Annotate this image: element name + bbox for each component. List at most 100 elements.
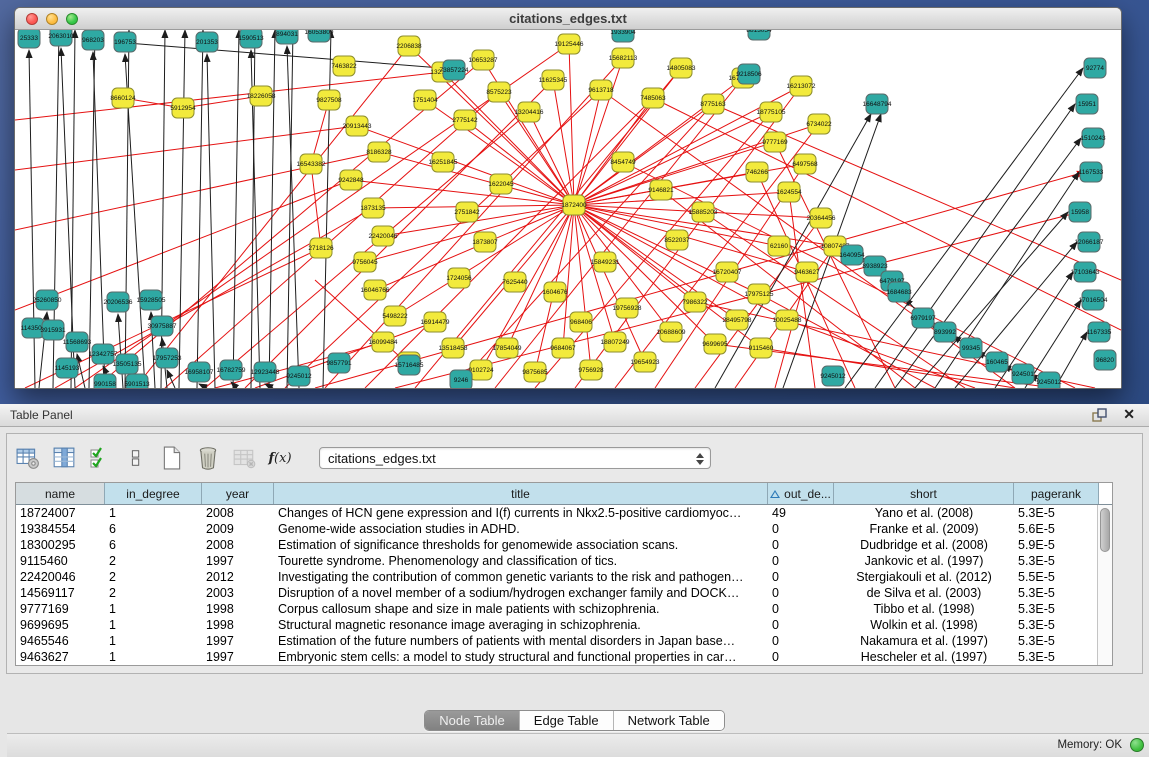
graph-node[interactable]: 13518458 [439, 338, 468, 358]
graph-node[interactable]: 160465 [986, 352, 1008, 372]
graph-node[interactable]: 968203 [82, 30, 104, 50]
graph-node[interactable]: 9756045 [352, 252, 378, 272]
graph-node[interactable]: 15885203 [689, 202, 718, 222]
graph-node[interactable]: 99345 [960, 338, 982, 358]
graph-node[interactable]: 1624554 [776, 182, 802, 202]
graph-node[interactable]: 2775142 [452, 110, 478, 130]
graph-node[interactable]: 28495798 [723, 310, 752, 330]
graph-node[interactable]: 25333 [18, 30, 40, 48]
graph-node[interactable]: 13204416 [515, 102, 544, 122]
graph-node[interactable]: 9463627 [794, 262, 820, 282]
graph-node[interactable]: 20364456 [807, 208, 836, 228]
graph-node[interactable]: 1167335 [1087, 322, 1112, 342]
graph-node[interactable]: 1604676 [542, 282, 568, 302]
graph-node[interactable]: 8454749 [610, 152, 636, 172]
graph-node[interactable]: 9245012 [820, 366, 846, 386]
graph-node[interactable]: 2063010 [48, 30, 74, 46]
graph-node[interactable]: 7986322 [682, 292, 708, 312]
graph-node[interactable]: 746266 [746, 162, 768, 182]
graph-node[interactable]: 9875685 [522, 362, 548, 382]
graph-node[interactable]: 1873135 [360, 198, 386, 218]
graph-node[interactable]: 1590513 [238, 30, 264, 48]
graph-node[interactable]: 894031 [276, 30, 298, 44]
graph-node[interactable]: 12923448 [251, 362, 280, 382]
graph-node[interactable]: 15928505 [137, 290, 166, 310]
graph-node[interactable]: 16782759 [217, 360, 246, 380]
graph-node[interactable]: 30975887 [148, 316, 177, 336]
graph-node[interactable]: 8522037 [664, 230, 690, 250]
graph-node[interactable]: 9756928 [578, 360, 604, 380]
graph-node[interactable]: 16720407 [713, 262, 742, 282]
table-row[interactable]: 2242004622012Investigating the contribut… [16, 569, 1112, 585]
graph-node[interactable]: 1684683 [886, 282, 912, 302]
graph-node[interactable]: 2206838 [396, 36, 422, 56]
graph-node[interactable]: 25260850 [33, 290, 62, 310]
table-selector-dropdown[interactable]: citations_edges.txt [319, 447, 711, 469]
table-row[interactable]: 1830029562008Estimation of significance … [16, 537, 1112, 553]
graph-node[interactable]: 10653287 [469, 50, 498, 70]
graph-node[interactable]: 16543382 [297, 154, 326, 174]
graph-node[interactable]: 9684067 [550, 338, 576, 358]
graph-node[interactable]: 9246 [450, 370, 472, 388]
graph-node[interactable]: 1622045 [488, 174, 514, 194]
graph-node[interactable]: 1751404 [412, 90, 438, 110]
graph-node[interactable]: 8775163 [700, 94, 726, 114]
graph-node[interactable]: 6497568 [792, 154, 818, 174]
show-columns-icon[interactable] [51, 445, 77, 471]
create-column-icon[interactable] [159, 445, 185, 471]
graph-node[interactable]: 5901513 [124, 374, 150, 388]
graph-node[interactable]: 10688609 [657, 322, 686, 342]
graph-node[interactable]: 10025488 [773, 310, 802, 330]
graph-node[interactable]: 2751842 [454, 202, 480, 222]
column-header-in-degree[interactable]: in_degree [105, 483, 202, 504]
graph-node[interactable]: 18226058 [247, 86, 276, 106]
graph-node[interactable]: 196753 [114, 32, 136, 52]
graph-node[interactable]: 16251845 [429, 152, 458, 172]
graph-node[interactable]: 22420046 [369, 226, 398, 246]
graph-node[interactable]: 7625440 [502, 272, 528, 292]
graph-node[interactable]: 19654923 [631, 352, 660, 372]
graph-node[interactable]: 20206536 [104, 292, 133, 312]
graph-node[interactable]: 1724056 [446, 268, 472, 288]
import-table-icon[interactable] [231, 445, 257, 471]
graph-node[interactable]: 201353 [196, 32, 218, 52]
graph-node[interactable]: 12066187 [1075, 232, 1104, 252]
graph-node[interactable]: 8660124 [110, 88, 136, 108]
graph-node[interactable]: 1167533 [1079, 162, 1104, 182]
table-row[interactable]: 1456911722003Disruption of a novel membe… [16, 585, 1112, 601]
graph-node[interactable]: 8186328 [366, 142, 392, 162]
table-row[interactable]: 969969511998Structural magnetic resonanc… [16, 617, 1112, 633]
graph-node[interactable]: 924501 [1012, 364, 1034, 384]
graph-node[interactable]: 9218506 [736, 64, 762, 84]
graph-node[interactable]: 6979197 [910, 308, 936, 328]
graph-node[interactable]: 9777169 [762, 132, 788, 152]
graph-node[interactable]: 7485063 [640, 88, 666, 108]
table-row[interactable]: 946554611997Estimation of the future num… [16, 633, 1112, 649]
graph-node[interactable]: 9857791 [326, 353, 352, 373]
table-scrollbar[interactable] [1097, 505, 1112, 666]
float-window-icon[interactable] [1091, 407, 1109, 423]
graph-node[interactable]: 9245012 [1036, 372, 1062, 388]
graph-node[interactable]: 9115460 [749, 338, 774, 358]
column-header-short[interactable]: short [834, 483, 1014, 504]
graph-node[interactable]: 11625345 [539, 70, 568, 90]
graph-node[interactable]: 16958107 [185, 362, 214, 382]
tab-network-table[interactable]: Network Table [614, 711, 724, 730]
tab-edge-table[interactable]: Edge Table [520, 711, 614, 730]
graph-node[interactable]: 17957253 [153, 348, 182, 368]
graph-node[interactable]: 19756928 [613, 298, 642, 318]
graph-node[interactable]: 8813054 [746, 30, 772, 40]
graph-node[interactable]: 5912954 [170, 98, 196, 118]
graph-node[interactable]: 11568693 [63, 332, 92, 352]
graph-node[interactable]: 17854049 [493, 338, 522, 358]
graph-node[interactable]: 15682113 [609, 48, 638, 68]
table-row[interactable]: 1938455462009Genome-wide association stu… [16, 521, 1112, 537]
graph-node[interactable]: 1145193 [55, 358, 80, 378]
column-header-title[interactable]: title [274, 483, 768, 504]
graph-node[interactable]: 62160 [768, 236, 790, 256]
table-mode-icon[interactable] [15, 445, 41, 471]
graph-node[interactable]: 18807249 [601, 332, 630, 352]
graph-node[interactable]: 9827508 [316, 90, 342, 110]
graph-node[interactable]: 17975125 [745, 284, 774, 304]
graph-node[interactable]: 19125446 [555, 34, 584, 54]
